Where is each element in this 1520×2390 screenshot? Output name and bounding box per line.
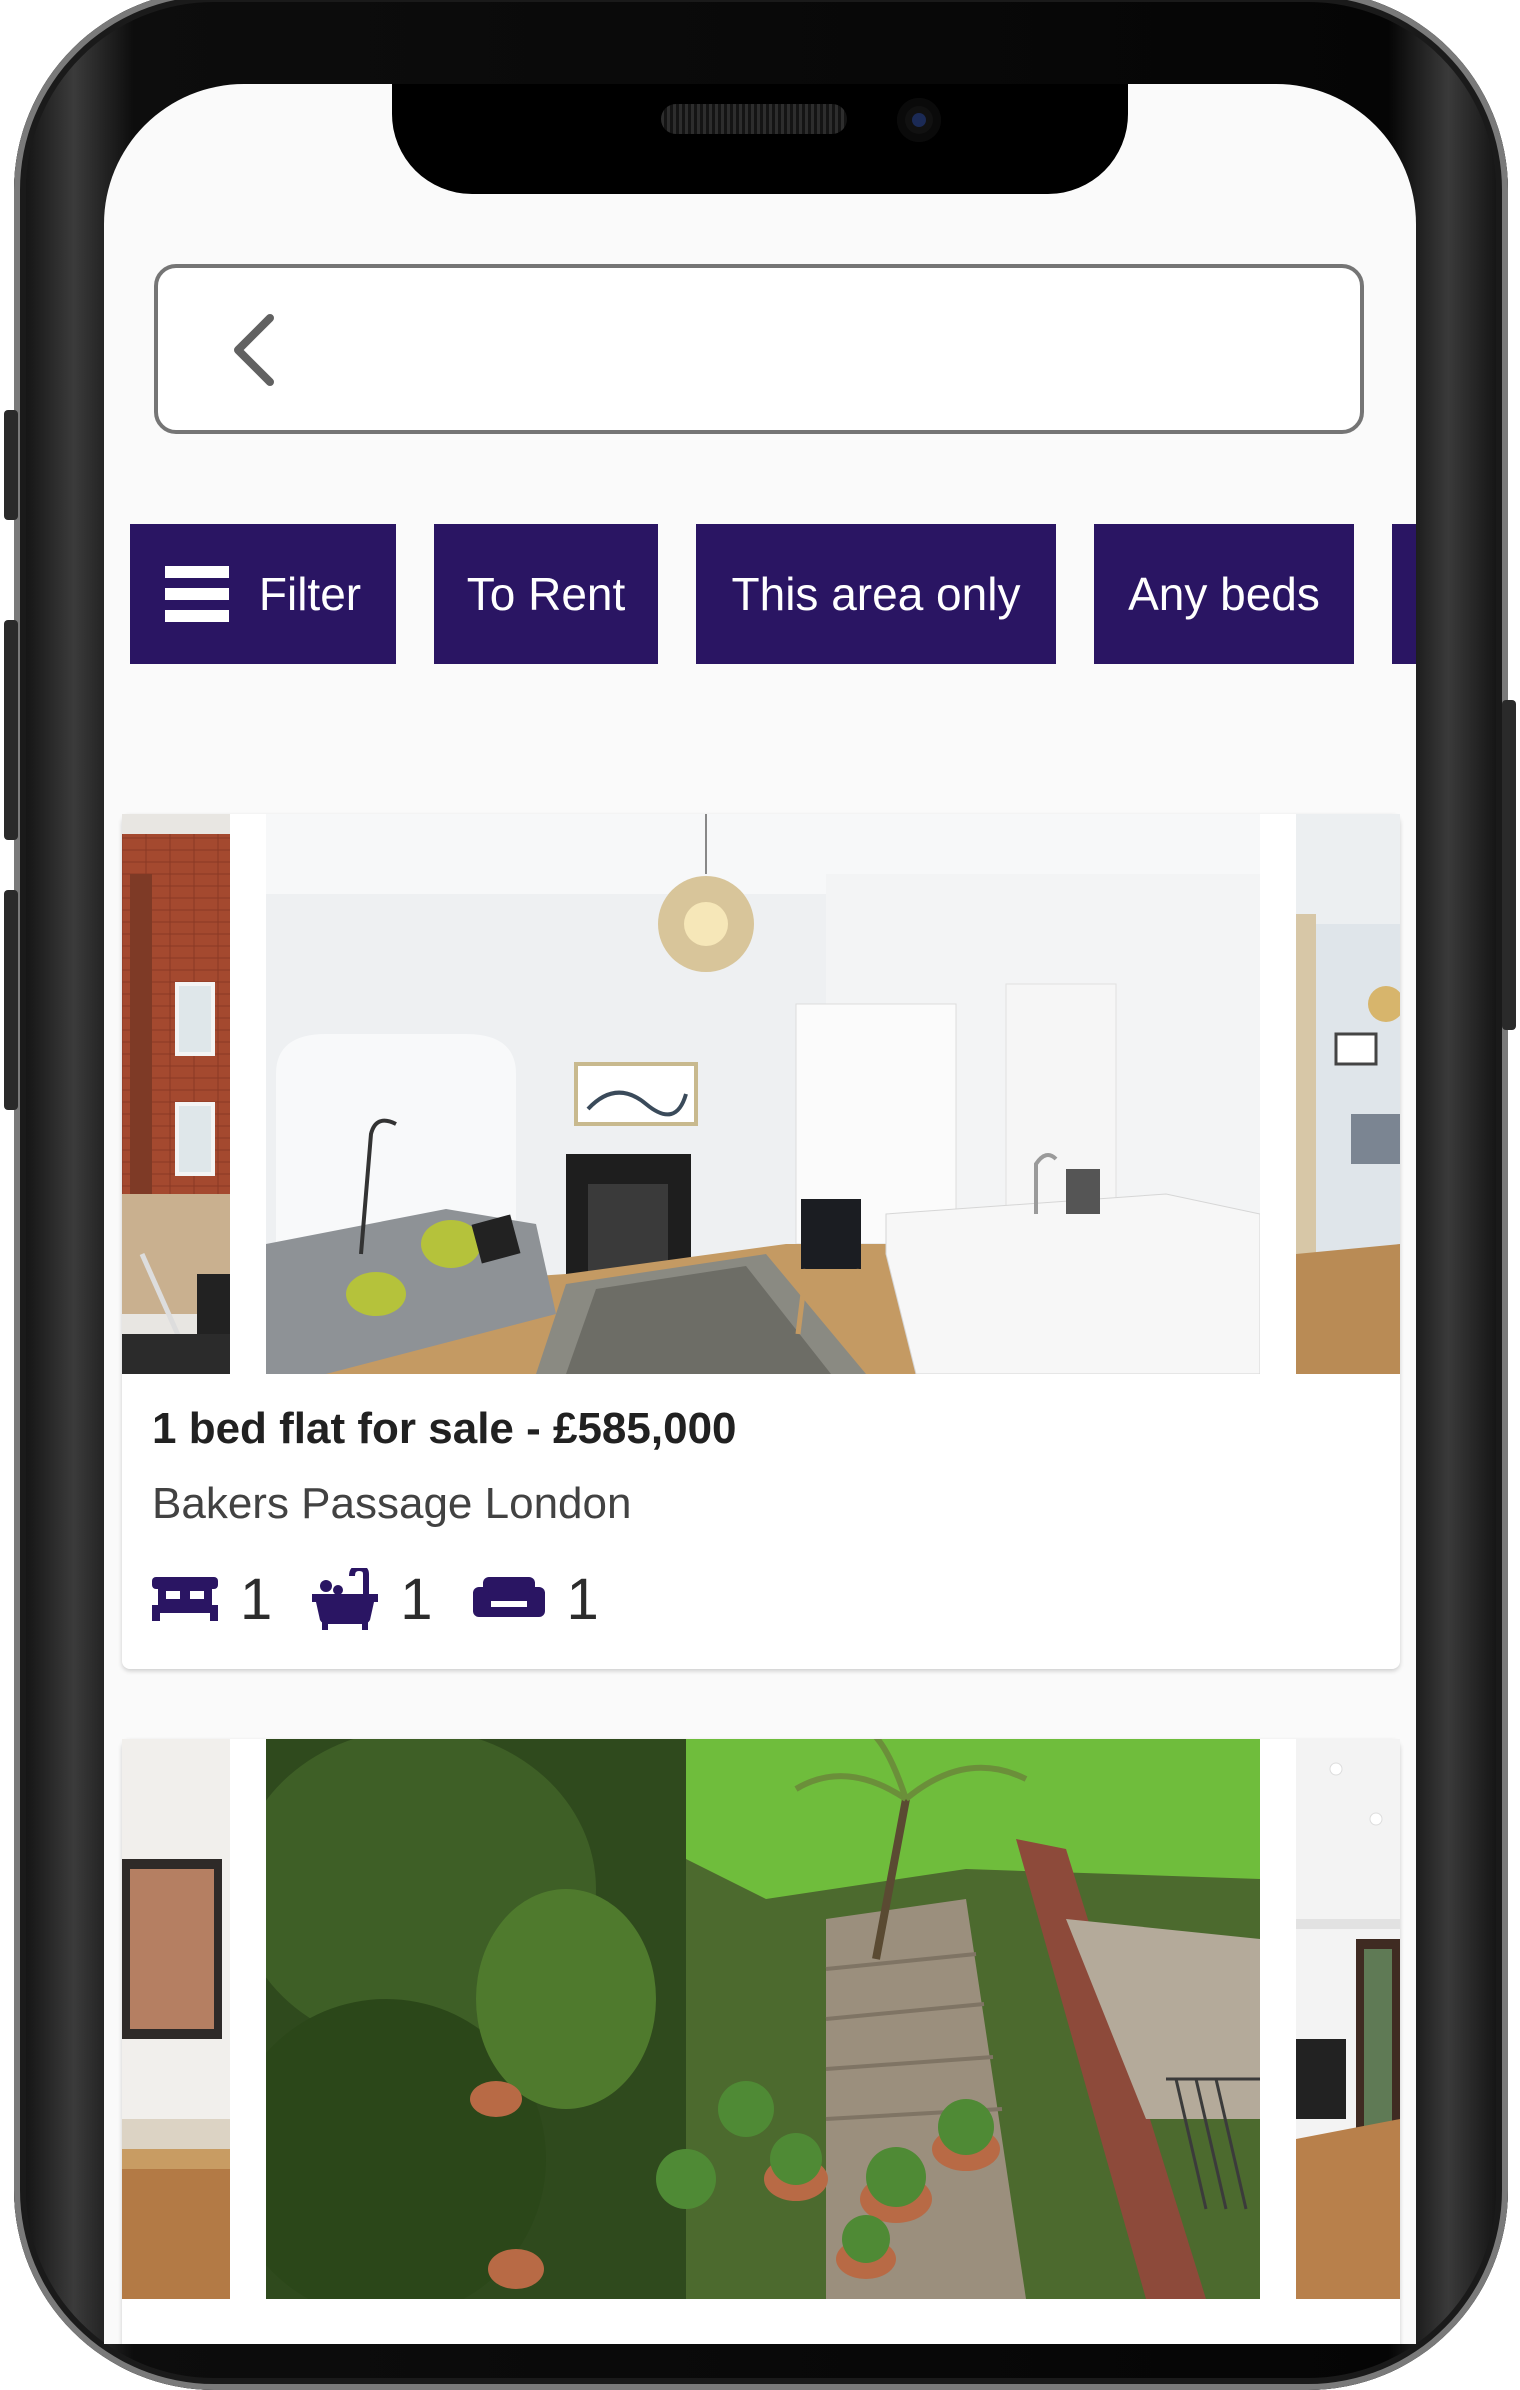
speaker-grille [661, 104, 847, 134]
app-screen: Filter To Rent This area only Any beds A [104, 84, 1416, 2344]
front-camera [897, 98, 941, 142]
next-photo[interactable] [1296, 814, 1400, 1374]
any-beds-label: Any beds [1128, 568, 1320, 620]
next-photo[interactable] [1296, 1739, 1400, 2299]
to-rent-label: To Rent [466, 568, 626, 620]
filter-button[interactable]: Filter [130, 524, 396, 664]
hamburger-icon [164, 566, 229, 622]
bath-icon [312, 1568, 379, 1630]
to-rent-chip[interactable]: To Rent [434, 524, 658, 664]
any-beds-chip[interactable]: Any beds [1094, 524, 1354, 664]
listing-features: 1 1 1 [152, 1564, 639, 1634]
volume-down-button [4, 890, 18, 1110]
volume-up-button [4, 620, 18, 840]
receptions-count: 1 [566, 1566, 599, 1632]
back-arrow-icon[interactable] [212, 308, 296, 392]
listing-title[interactable]: 1 bed flat for sale - £585,000 [152, 1404, 737, 1454]
receptions-feature: 1 [472, 1566, 599, 1633]
more-filter-chip[interactable]: A [1392, 524, 1416, 664]
previous-photo[interactable] [122, 1739, 230, 2299]
sofa-icon [472, 1577, 545, 1617]
this-area-only-label: This area only [731, 568, 1021, 620]
listing-card[interactable]: 1 bed flat for sale - £585,000 Bakers Pa… [122, 814, 1400, 1669]
bathrooms-feature: 1 [312, 1566, 433, 1633]
silent-switch [4, 410, 18, 520]
this-area-only-chip[interactable]: This area only [696, 524, 1056, 664]
filter-chips: Filter To Rent This area only Any beds A [130, 524, 1416, 664]
search-bar[interactable] [154, 264, 1364, 434]
bedrooms-feature: 1 [152, 1566, 272, 1633]
bedrooms-count: 1 [240, 1566, 273, 1632]
previous-photo[interactable] [122, 814, 230, 1374]
filter-label: Filter [258, 568, 362, 620]
main-photo-living-room[interactable] [266, 814, 1260, 1374]
bathrooms-count: 1 [400, 1566, 433, 1632]
power-button [1502, 700, 1516, 1030]
bed-icon [152, 1577, 218, 1621]
listing-address: Bakers Passage London [152, 1479, 632, 1528]
listing-card[interactable] [122, 1739, 1400, 2344]
notch [392, 84, 1128, 194]
main-photo-garden[interactable] [266, 1739, 1260, 2299]
